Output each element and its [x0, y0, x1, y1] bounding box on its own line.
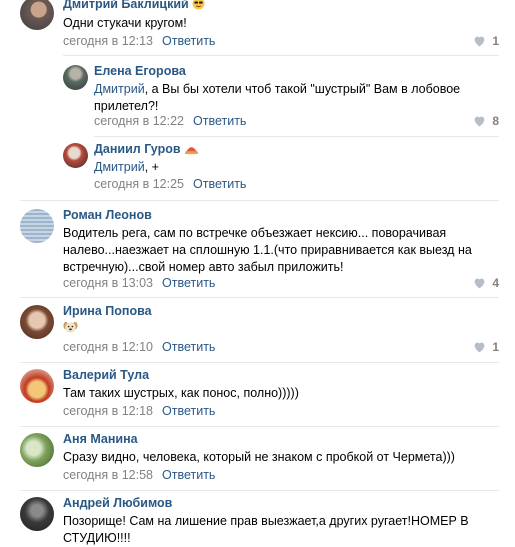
reply-link[interactable]: Ответить	[162, 276, 215, 290]
dog-face-emoji-icon	[63, 321, 78, 333]
reply-link[interactable]: Ответить	[162, 34, 215, 48]
comment-text: Дмитрий, +	[94, 159, 474, 176]
author-name[interactable]: Роман Леонов	[63, 208, 152, 222]
timestamp[interactable]: сегодня в 12:18	[63, 404, 153, 418]
reply-link[interactable]: Ответить	[193, 177, 246, 191]
like-button[interactable]: 4	[473, 276, 499, 290]
timestamp[interactable]: сегодня в 12:13	[63, 34, 153, 48]
author-name[interactable]: Валерий Тула	[63, 368, 149, 382]
comment-meta: сегодня в 12:25 Ответить	[94, 177, 246, 191]
comment-meta: сегодня в 12:18 Ответить	[63, 404, 215, 418]
cool-face-emoji-icon	[192, 0, 205, 10]
comment-text: Позорище! Сам на лишение прав выезжает,а…	[63, 514, 469, 545]
separator	[20, 490, 499, 491]
avatar[interactable]	[20, 369, 54, 403]
comment-meta: сегодня в 12:13 Ответить	[63, 34, 215, 48]
author-name[interactable]: Дмитрий Баклицкий	[63, 0, 205, 11]
comment-body: , +	[144, 160, 159, 174]
reply-link[interactable]: Ответить	[162, 468, 215, 482]
author-label[interactable]: Даниил Гуров	[94, 142, 181, 156]
mention-link[interactable]: Дмитрий	[94, 160, 145, 174]
comment-text: Водитель рега, сам по встречке объезжает…	[63, 226, 472, 274]
comment-text: Сразу видно, человека, который не знаком…	[63, 450, 455, 464]
timestamp[interactable]: сегодня в 12:58	[63, 468, 153, 482]
timestamp[interactable]: сегодня в 12:25	[94, 177, 184, 191]
like-count: 1	[492, 340, 499, 354]
author-name[interactable]: Аня Манина	[63, 432, 138, 446]
separator	[94, 136, 499, 137]
avatar[interactable]	[63, 143, 88, 168]
like-count: 4	[492, 276, 499, 290]
comment-body: , а Вы бы хотели чтоб такой "шустрый" Ва…	[94, 82, 461, 113]
timestamp[interactable]: сегодня в 12:22	[94, 114, 184, 128]
comment-text: Дмитрий, а Вы бы хотели чтоб такой "шуст…	[94, 81, 474, 115]
comment-meta: сегодня в 12:22 Ответить	[94, 114, 246, 128]
reply-link[interactable]: Ответить	[193, 114, 246, 128]
like-count: 1	[492, 34, 499, 48]
avatar[interactable]	[20, 433, 54, 467]
separator	[63, 55, 499, 56]
author-name[interactable]: Андрей Любимов	[63, 496, 172, 510]
heart-icon	[474, 36, 485, 47]
separator	[20, 200, 499, 201]
timestamp[interactable]: сегодня в 12:10	[63, 340, 153, 354]
heart-icon	[474, 342, 485, 353]
comment-meta: сегодня в 13:03 Ответить	[63, 276, 215, 290]
like-count: 8	[492, 114, 499, 128]
author-name[interactable]: Даниил Гуров	[94, 142, 199, 156]
heart-icon	[474, 116, 485, 127]
comment-text: Одни стукачи кругом!	[63, 16, 187, 30]
separator	[20, 426, 499, 427]
comment-meta: сегодня в 12:58 Ответить	[63, 468, 215, 482]
avatar[interactable]	[20, 0, 54, 30]
author-name[interactable]: Елена Егорова	[94, 64, 186, 78]
comment-meta: сегодня в 12:10 Ответить	[63, 340, 215, 354]
avatar[interactable]	[20, 209, 54, 243]
timestamp[interactable]: сегодня в 13:03	[63, 276, 153, 290]
avatar[interactable]	[63, 65, 88, 90]
reply-link[interactable]: Ответить	[162, 340, 215, 354]
hat-emoji-icon	[184, 147, 198, 155]
reply-link[interactable]: Ответить	[162, 404, 215, 418]
author-name[interactable]: Ирина Попова	[63, 304, 152, 318]
separator	[20, 297, 499, 298]
avatar[interactable]	[20, 305, 54, 339]
separator	[20, 362, 499, 363]
mention-link[interactable]: Дмитрий	[94, 82, 145, 96]
heart-icon	[474, 278, 485, 289]
like-button[interactable]: 1	[473, 340, 499, 354]
comment-text	[63, 320, 78, 339]
like-button[interactable]: 8	[473, 114, 499, 128]
like-button[interactable]: 1	[473, 34, 499, 48]
author-label[interactable]: Дмитрий Баклицкий	[63, 0, 189, 11]
comment-text: Там таких шустрых, как понос, полно)))))	[63, 386, 299, 400]
avatar[interactable]	[20, 497, 54, 531]
